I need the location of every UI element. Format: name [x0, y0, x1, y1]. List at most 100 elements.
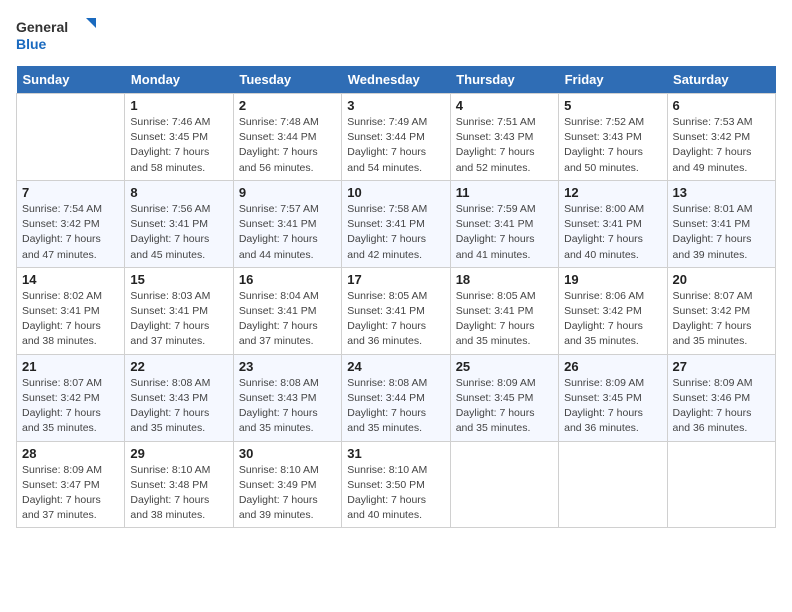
day-number: 28 — [22, 446, 119, 461]
calendar-body: 1 Sunrise: 7:46 AMSunset: 3:45 PMDaylight… — [17, 94, 776, 528]
day-number: 13 — [673, 185, 770, 200]
cell-info: Sunrise: 7:48 AMSunset: 3:44 PMDaylight:… — [239, 115, 336, 176]
cell-info: Sunrise: 8:05 AMSunset: 3:41 PMDaylight:… — [456, 289, 553, 350]
calendar-cell: 8 Sunrise: 7:56 AMSunset: 3:41 PMDaylight… — [125, 180, 233, 267]
cell-info: Sunrise: 7:56 AMSunset: 3:41 PMDaylight:… — [130, 202, 227, 263]
calendar-cell: 7 Sunrise: 7:54 AMSunset: 3:42 PMDaylight… — [17, 180, 125, 267]
cell-info: Sunrise: 7:57 AMSunset: 3:41 PMDaylight:… — [239, 202, 336, 263]
day-number: 3 — [347, 98, 444, 113]
calendar-cell: 22 Sunrise: 8:08 AMSunset: 3:43 PMDayligh… — [125, 354, 233, 441]
header-row: SundayMondayTuesdayWednesdayThursdayFrid… — [17, 66, 776, 94]
cell-info: Sunrise: 8:07 AMSunset: 3:42 PMDaylight:… — [673, 289, 770, 350]
cell-info: Sunrise: 7:58 AMSunset: 3:41 PMDaylight:… — [347, 202, 444, 263]
calendar-cell: 6 Sunrise: 7:53 AMSunset: 3:42 PMDaylight… — [667, 94, 775, 181]
calendar-cell: 30 Sunrise: 8:10 AMSunset: 3:49 PMDayligh… — [233, 441, 341, 528]
calendar-cell — [17, 94, 125, 181]
cell-info: Sunrise: 7:59 AMSunset: 3:41 PMDaylight:… — [456, 202, 553, 263]
cell-info: Sunrise: 8:04 AMSunset: 3:41 PMDaylight:… — [239, 289, 336, 350]
cell-info: Sunrise: 7:52 AMSunset: 3:43 PMDaylight:… — [564, 115, 661, 176]
day-number: 15 — [130, 272, 227, 287]
calendar-cell: 4Sunrise: 7:51 AMSunset: 3:43 PMDaylight… — [450, 94, 558, 181]
day-number: 2 — [239, 98, 336, 113]
calendar-cell: 10Sunrise: 7:58 AMSunset: 3:41 PMDayligh… — [342, 180, 450, 267]
day-number: 21 — [22, 359, 119, 374]
cell-info: Sunrise: 7:46 AMSunset: 3:45 PMDaylight:… — [130, 115, 227, 176]
calendar-cell: 3 Sunrise: 7:49 AMSunset: 3:44 PMDaylight… — [342, 94, 450, 181]
cell-info: Sunrise: 8:09 AMSunset: 3:46 PMDaylight:… — [673, 376, 770, 437]
day-number: 30 — [239, 446, 336, 461]
logo-svg: General Blue — [16, 16, 96, 56]
header-cell-monday: Monday — [125, 66, 233, 94]
day-number: 23 — [239, 359, 336, 374]
calendar-cell: 13Sunrise: 8:01 AMSunset: 3:41 PMDayligh… — [667, 180, 775, 267]
day-number: 14 — [22, 272, 119, 287]
calendar-cell — [559, 441, 667, 528]
cell-info: Sunrise: 7:53 AMSunset: 3:42 PMDaylight:… — [673, 115, 770, 176]
calendar-cell: 24 Sunrise: 8:08 AMSunset: 3:44 PMDayligh… — [342, 354, 450, 441]
cell-info: Sunrise: 8:03 AMSunset: 3:41 PMDaylight:… — [130, 289, 227, 350]
day-number: 7 — [22, 185, 119, 200]
day-number: 6 — [673, 98, 770, 113]
header-cell-saturday: Saturday — [667, 66, 775, 94]
header-cell-tuesday: Tuesday — [233, 66, 341, 94]
calendar-cell: 11 Sunrise: 7:59 AMSunset: 3:41 PMDayligh… — [450, 180, 558, 267]
day-number: 19 — [564, 272, 661, 287]
logo: General Blue — [16, 16, 96, 56]
header-cell-thursday: Thursday — [450, 66, 558, 94]
cell-info: Sunrise: 7:49 AMSunset: 3:44 PMDaylight:… — [347, 115, 444, 176]
calendar-cell: 27Sunrise: 8:09 AMSunset: 3:46 PMDayligh… — [667, 354, 775, 441]
header-cell-sunday: Sunday — [17, 66, 125, 94]
calendar-cell: 5Sunrise: 7:52 AMSunset: 3:43 PMDaylight… — [559, 94, 667, 181]
calendar-cell: 23 Sunrise: 8:08 AMSunset: 3:43 PMDayligh… — [233, 354, 341, 441]
svg-text:General: General — [16, 19, 68, 35]
calendar-cell: 1 Sunrise: 7:46 AMSunset: 3:45 PMDaylight… — [125, 94, 233, 181]
calendar-cell — [667, 441, 775, 528]
cell-info: Sunrise: 8:02 AMSunset: 3:41 PMDaylight:… — [22, 289, 119, 350]
cell-info: Sunrise: 7:54 AMSunset: 3:42 PMDaylight:… — [22, 202, 119, 263]
calendar-week-2: 14 Sunrise: 8:02 AMSunset: 3:41 PMDayligh… — [17, 267, 776, 354]
calendar-cell: 2 Sunrise: 7:48 AMSunset: 3:44 PMDaylight… — [233, 94, 341, 181]
cell-info: Sunrise: 8:07 AMSunset: 3:42 PMDaylight:… — [22, 376, 119, 437]
cell-info: Sunrise: 8:06 AMSunset: 3:42 PMDaylight:… — [564, 289, 661, 350]
calendar-week-3: 21 Sunrise: 8:07 AMSunset: 3:42 PMDayligh… — [17, 354, 776, 441]
day-number: 12 — [564, 185, 661, 200]
calendar-week-4: 28Sunrise: 8:09 AMSunset: 3:47 PMDayligh… — [17, 441, 776, 528]
calendar-cell: 17Sunrise: 8:05 AMSunset: 3:41 PMDayligh… — [342, 267, 450, 354]
calendar-cell: 20 Sunrise: 8:07 AMSunset: 3:42 PMDayligh… — [667, 267, 775, 354]
calendar-cell: 28Sunrise: 8:09 AMSunset: 3:47 PMDayligh… — [17, 441, 125, 528]
cell-info: Sunrise: 8:09 AMSunset: 3:45 PMDaylight:… — [456, 376, 553, 437]
calendar-week-0: 1 Sunrise: 7:46 AMSunset: 3:45 PMDaylight… — [17, 94, 776, 181]
day-number: 4 — [456, 98, 553, 113]
cell-info: Sunrise: 8:05 AMSunset: 3:41 PMDaylight:… — [347, 289, 444, 350]
cell-info: Sunrise: 8:10 AMSunset: 3:50 PMDaylight:… — [347, 463, 444, 524]
day-number: 1 — [130, 98, 227, 113]
calendar-cell: 12 Sunrise: 8:00 AMSunset: 3:41 PMDayligh… — [559, 180, 667, 267]
day-number: 31 — [347, 446, 444, 461]
calendar-cell: 14 Sunrise: 8:02 AMSunset: 3:41 PMDayligh… — [17, 267, 125, 354]
cell-info: Sunrise: 8:08 AMSunset: 3:43 PMDaylight:… — [130, 376, 227, 437]
calendar-cell: 9Sunrise: 7:57 AMSunset: 3:41 PMDaylight… — [233, 180, 341, 267]
calendar-cell: 31 Sunrise: 8:10 AMSunset: 3:50 PMDayligh… — [342, 441, 450, 528]
cell-info: Sunrise: 8:08 AMSunset: 3:43 PMDaylight:… — [239, 376, 336, 437]
day-number: 20 — [673, 272, 770, 287]
calendar-cell: 19 Sunrise: 8:06 AMSunset: 3:42 PMDayligh… — [559, 267, 667, 354]
day-number: 11 — [456, 185, 553, 200]
cell-info: Sunrise: 8:08 AMSunset: 3:44 PMDaylight:… — [347, 376, 444, 437]
cell-info: Sunrise: 8:09 AMSunset: 3:45 PMDaylight:… — [564, 376, 661, 437]
day-number: 22 — [130, 359, 227, 374]
calendar-cell: 15 Sunrise: 8:03 AMSunset: 3:41 PMDayligh… — [125, 267, 233, 354]
calendar-cell: 26Sunrise: 8:09 AMSunset: 3:45 PMDayligh… — [559, 354, 667, 441]
calendar-week-1: 7 Sunrise: 7:54 AMSunset: 3:42 PMDaylight… — [17, 180, 776, 267]
calendar-cell: 21 Sunrise: 8:07 AMSunset: 3:42 PMDayligh… — [17, 354, 125, 441]
svg-text:Blue: Blue — [16, 36, 47, 52]
day-number: 25 — [456, 359, 553, 374]
calendar-table: SundayMondayTuesdayWednesdayThursdayFrid… — [16, 66, 776, 528]
day-number: 24 — [347, 359, 444, 374]
day-number: 8 — [130, 185, 227, 200]
cell-info: Sunrise: 8:00 AMSunset: 3:41 PMDaylight:… — [564, 202, 661, 263]
header-cell-friday: Friday — [559, 66, 667, 94]
cell-info: Sunrise: 8:10 AMSunset: 3:49 PMDaylight:… — [239, 463, 336, 524]
day-number: 18 — [456, 272, 553, 287]
header-cell-wednesday: Wednesday — [342, 66, 450, 94]
calendar-cell: 29Sunrise: 8:10 AMSunset: 3:48 PMDayligh… — [125, 441, 233, 528]
